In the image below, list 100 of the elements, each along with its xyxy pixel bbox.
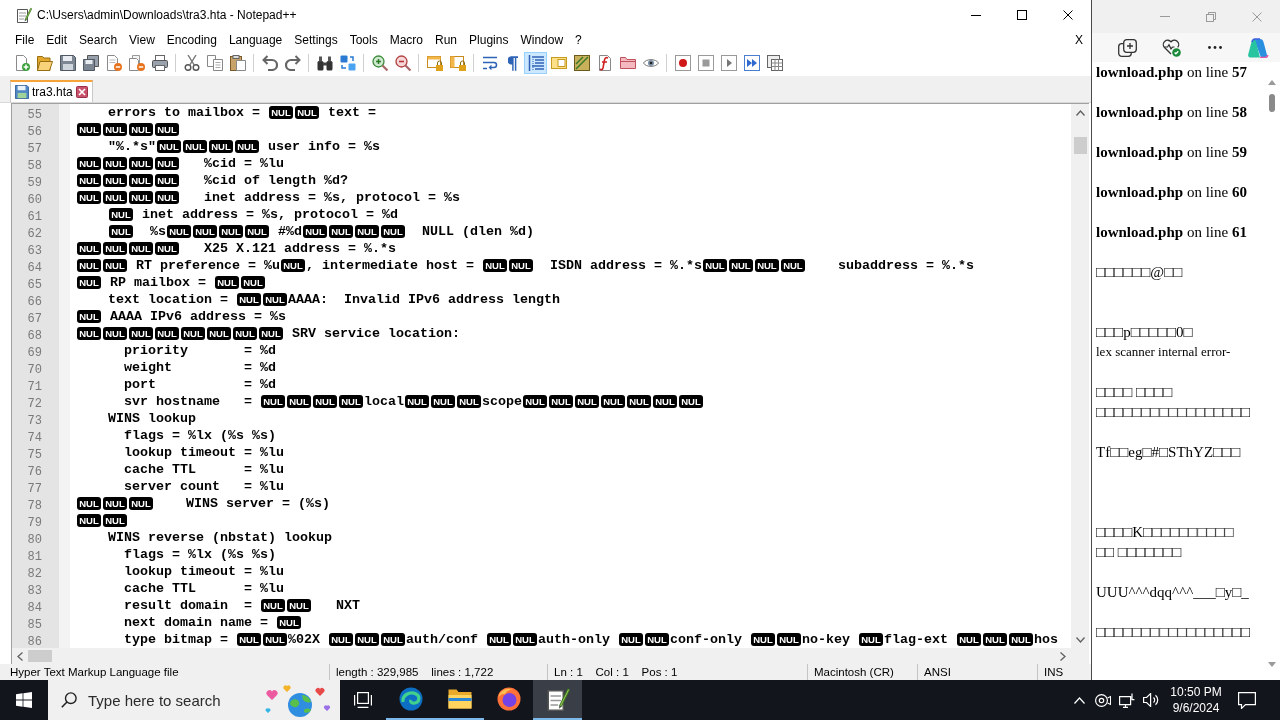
search-field[interactable]: Type here to search (48, 680, 340, 720)
line-number: 57 (27, 142, 42, 156)
menu-item[interactable]: Edit (40, 31, 74, 49)
webcam-icon[interactable] (1095, 693, 1111, 707)
add-square-icon[interactable] (1118, 38, 1138, 57)
nul-marker: NUL (858, 633, 883, 646)
chevron-up-icon[interactable] (1073, 696, 1085, 704)
triangle-up-icon[interactable] (1268, 79, 1276, 85)
nul-marker: NUL (728, 259, 753, 272)
loop-logo-icon[interactable] (1247, 37, 1270, 58)
page-text: lownload.php on line 58 (1096, 104, 1247, 120)
nul-marker: NUL (486, 633, 511, 646)
heart-check-icon[interactable] (1161, 38, 1181, 57)
redo-icon (284, 55, 301, 71)
map-icon (573, 55, 590, 71)
scrollbar-thumb[interactable] (28, 650, 52, 662)
pilcrow-icon (507, 55, 518, 71)
more-icon[interactable] (1207, 46, 1222, 49)
page-text: □□□□□□□□□□□□□□□□□ (1096, 404, 1251, 420)
zoom-in-icon (371, 55, 388, 71)
menu-item[interactable]: Plugins (463, 31, 515, 49)
nul-marker: NUL (261, 599, 285, 612)
line-number: 85 (27, 618, 42, 632)
close-document-button[interactable]: X (1072, 31, 1086, 49)
scrollbar-thumb[interactable] (1269, 94, 1275, 112)
nul-marker: NUL (653, 395, 677, 408)
folder-icon (447, 689, 472, 709)
line-number: 72 (27, 397, 42, 411)
status-text: length : 329,985 lines : 1,722 (336, 666, 494, 678)
code-text: conf-only (669, 631, 743, 648)
code-text: cache TTL = %lu (124, 461, 284, 478)
nul-marker: NUL (405, 395, 429, 408)
scrollbar-thumb[interactable] (1073, 137, 1087, 154)
menu-item[interactable]: File (9, 31, 41, 49)
clock[interactable]: 10:50 PM 9/6/2024 (1163, 680, 1229, 720)
line-number: 66 (27, 295, 42, 309)
menu-item[interactable]: Search (73, 31, 124, 49)
code-text: result domain = (124, 597, 253, 614)
code-text: type bitmap = (124, 631, 229, 648)
menu-item[interactable]: View (123, 31, 161, 49)
nul-marker: NUL (129, 191, 153, 204)
nul-marker: NUL (155, 174, 179, 187)
nul-marker: NUL (508, 259, 533, 272)
code-text: inet address = %s, protocol = %s (204, 189, 460, 206)
nul-marker: NUL (155, 123, 179, 136)
nul-marker: NUL (512, 633, 537, 646)
close-icon[interactable] (75, 86, 88, 98)
status-text: INS (1044, 666, 1064, 678)
binoculars-icon (316, 55, 333, 71)
nul-marker: NUL (627, 395, 651, 408)
line-number: 64 (27, 261, 42, 275)
code-text: text location = (108, 291, 229, 308)
menu-item[interactable]: Tools (343, 31, 384, 49)
printer-icon (151, 55, 168, 71)
window-lock-icon (426, 55, 443, 71)
taskbar-app-button[interactable] (533, 680, 582, 720)
menu-item[interactable]: Settings (288, 31, 344, 49)
nul-marker: NUL (523, 395, 547, 408)
nul-marker: NUL (77, 123, 101, 136)
menu-item[interactable]: Run (429, 31, 464, 49)
nul-marker: NUL (77, 191, 101, 204)
line-number: 71 (27, 380, 42, 394)
line-number: 73 (27, 414, 42, 428)
nul-marker: NUL (103, 191, 127, 204)
nul-marker: NUL (245, 225, 269, 238)
code-text: , intermediate host = (305, 257, 475, 274)
nul-marker: NUL (956, 633, 981, 646)
nul-marker: NUL (355, 633, 379, 646)
nul-marker: NUL (287, 599, 311, 612)
nul-marker: NUL (457, 395, 481, 408)
nul-marker: NUL (103, 242, 127, 255)
file-tab[interactable]: tra3.hta (10, 80, 93, 102)
stop-icon (697, 55, 714, 71)
nul-marker: NUL (215, 276, 239, 289)
nul-marker: NUL (209, 140, 233, 153)
menu-item[interactable]: Macro (383, 31, 429, 49)
nul-marker: NUL (294, 106, 319, 119)
page-text: lownload.php on line 60 (1096, 184, 1247, 200)
nul-marker: NUL (750, 633, 775, 646)
nul-marker: NUL (77, 259, 101, 272)
menu-item[interactable]: ? (569, 31, 588, 49)
code-text: errors to mailbox = (108, 104, 261, 121)
triangle-down-icon[interactable] (1268, 661, 1276, 667)
line-number: 82 (27, 567, 42, 581)
window-title: C:\Users\admin\Downloads\tra3.hta - Notepad++ (37, 8, 298, 22)
page-text: □□□□□□@□□ (1096, 264, 1183, 280)
line-number: 78 (27, 499, 42, 513)
page-text: □□□□K□□□□□□□□□□ (1096, 524, 1234, 540)
menu-item[interactable]: Encoding (160, 31, 223, 49)
line-number: 56 (27, 125, 42, 139)
network-icon[interactable] (1119, 692, 1135, 708)
menu-item[interactable]: Language (222, 31, 289, 49)
nul-marker: NUL (129, 327, 153, 340)
vertical-scrollbar[interactable] (1071, 104, 1089, 648)
volume-icon[interactable] (1143, 693, 1159, 707)
status-text: Ln : 1 Col : 1 Pos : 1 (554, 666, 678, 678)
menu-item[interactable]: Window (514, 31, 570, 49)
nul-marker: NUL (167, 225, 191, 238)
code-text: %s (150, 223, 166, 240)
notification-icon[interactable] (1238, 691, 1256, 709)
